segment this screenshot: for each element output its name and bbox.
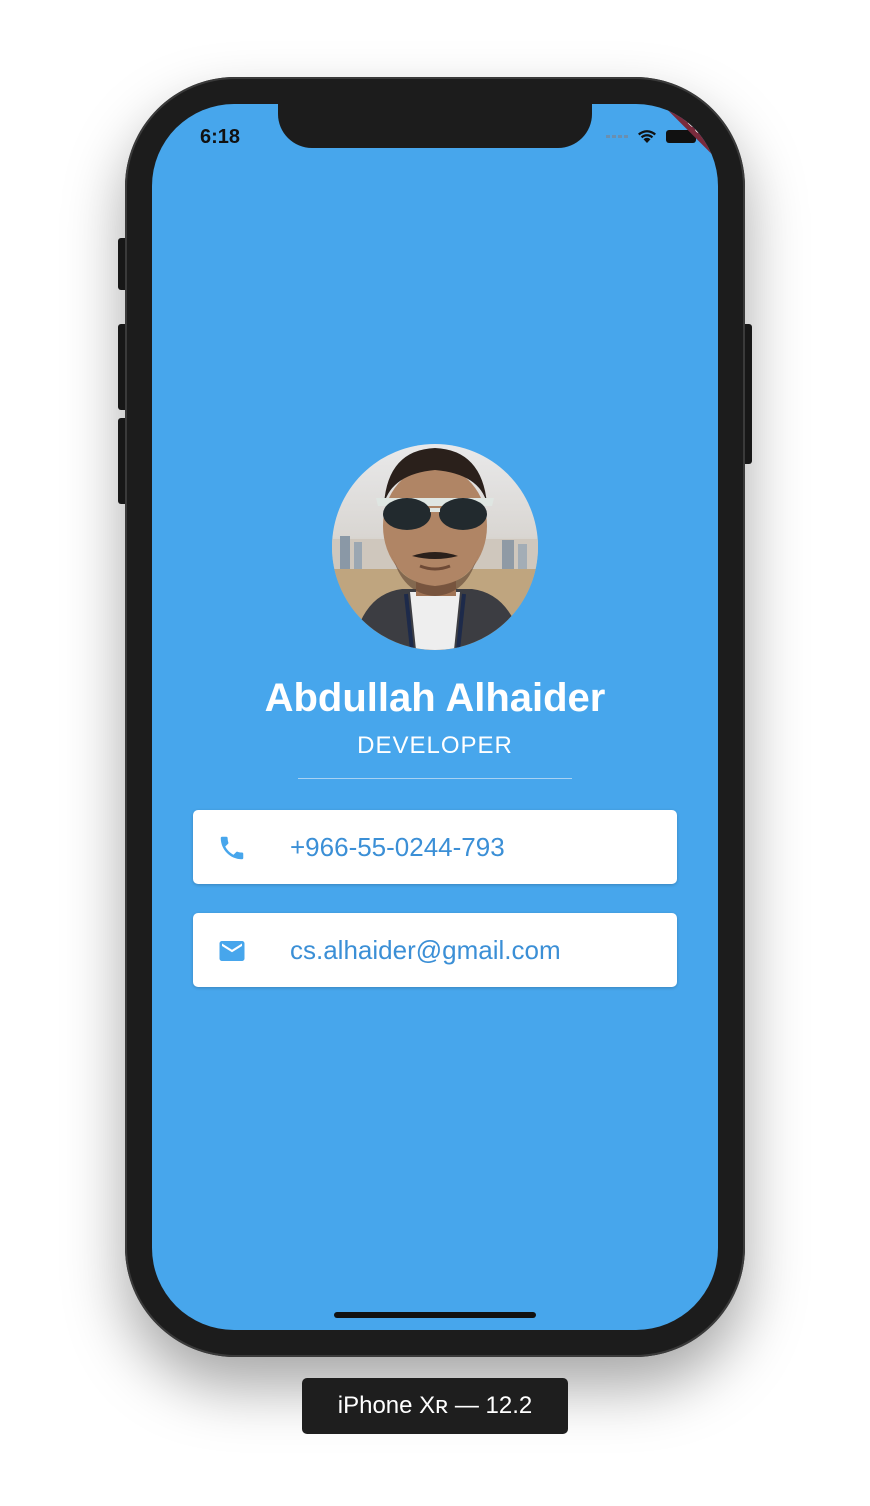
notch [278,104,592,148]
status-icons [606,128,696,144]
profile-title: DEVELOPER [357,732,513,759]
simulator-device-label: iPhone Xʀ — 12.2 [302,1378,568,1434]
divider [298,778,572,779]
mail-icon [219,941,245,961]
phone-card[interactable]: +966-55-0244-793 [193,810,677,884]
avatar-photo [332,448,538,650]
email-card[interactable]: cs.alhaider@gmail.com [193,913,677,987]
simulator-window: 6:18 DEBUG Abdullah Alhaider DEVELOPER +… [0,0,870,1506]
phone-number: +966-55-0244-793 [290,832,505,862]
app-screen: 6:18 DEBUG Abdullah Alhaider DEVELOPER +… [152,104,718,1330]
home-indicator[interactable] [334,1312,536,1318]
email-address: cs.alhaider@gmail.com [290,935,561,965]
status-time: 6:18 [200,126,241,148]
avatar [332,444,538,650]
signal-icon [606,134,628,138]
profile-name: Abdullah Alhaider [264,676,606,720]
wifi-icon [638,130,656,143]
phone-icon [220,836,244,860]
